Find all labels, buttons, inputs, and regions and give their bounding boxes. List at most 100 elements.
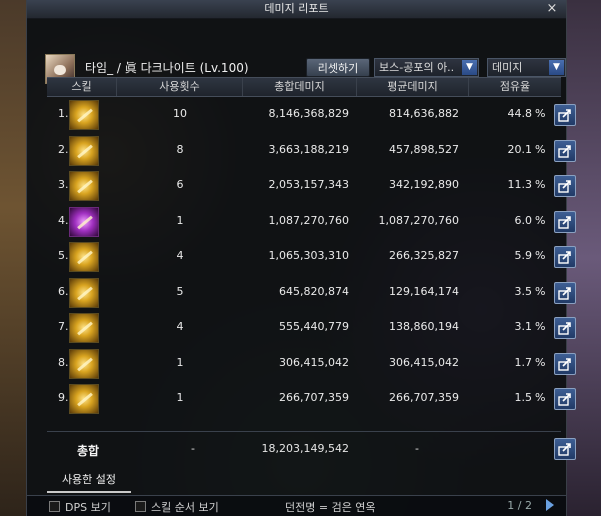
percent-unit: % [535, 284, 546, 298]
percent-unit: % [535, 178, 546, 191]
boss-select[interactable]: 보스-공포의 아.. ▼ [374, 58, 479, 77]
use-count: 8 [176, 142, 184, 156]
share-percent: 3.5 [514, 284, 533, 298]
row-index: 9. [58, 391, 69, 404]
total-damage: 3,663,188,219 [268, 142, 349, 156]
report-type-value: 데미지 [492, 61, 523, 74]
skill-icon [69, 100, 99, 130]
percent-unit: % [535, 213, 546, 227]
tab-used-settings[interactable]: 사용한 설정 [47, 469, 131, 493]
share-icon [558, 144, 571, 158]
row-index: 3. [58, 178, 69, 191]
window-titlebar[interactable]: 데미지 리포트 × [27, 0, 566, 19]
average-damage: 129,164,174 [389, 284, 459, 298]
share-button[interactable] [554, 388, 576, 410]
percent-unit: % [535, 249, 546, 262]
use-count: 1 [176, 213, 184, 227]
total-damage: 555,440,779 [279, 320, 349, 333]
share-icon [558, 322, 571, 335]
skill-icon [69, 384, 99, 414]
total-damage: 2,053,157,343 [268, 178, 349, 191]
skill-icon [69, 277, 99, 308]
use-count: 1 [176, 391, 184, 404]
table-body: 1. 10 8,146,368,829 814,636,882 44.8% 2. 8 3,66… [47, 97, 576, 417]
page-indicator: 1 / 2 [507, 499, 532, 512]
reset-button[interactable]: 리셋하기 [306, 58, 370, 77]
share-percent: 11.3 [507, 178, 533, 191]
use-count: 5 [176, 284, 184, 298]
dungeon-name: 던전명 = 검은 연옥 [285, 501, 376, 514]
percent-unit: % [535, 107, 546, 120]
share-percent: 3.1 [514, 320, 533, 333]
header-count[interactable]: 사용횟수 [117, 78, 243, 96]
share-button[interactable] [554, 352, 576, 375]
skill-order-checkbox[interactable] [135, 501, 146, 512]
skill-icon [69, 171, 99, 201]
header-avg[interactable]: 평균데미지 [357, 78, 469, 96]
average-damage: 138,860,194 [389, 320, 459, 333]
table-row: 9. 1 266,707,359 266,707,359 1.5% [47, 381, 576, 417]
share-icon [558, 109, 571, 122]
dps-view-label: DPS 보기 [65, 501, 111, 514]
use-count: 1 [176, 355, 184, 369]
share-icon [558, 443, 571, 456]
share-icon [558, 286, 571, 300]
share-percent: 1.5 [514, 391, 533, 404]
skill-icon [69, 242, 99, 272]
game-background-left [0, 0, 26, 516]
share-total-button[interactable] [554, 438, 576, 460]
share-button[interactable] [554, 175, 576, 197]
share-percent: 5.9 [514, 249, 533, 262]
total-damage: 8,146,368,829 [268, 107, 349, 120]
report-header: 타임_ / 眞 다크나이트 (Lv.100) 리셋하기 보스-공포의 아.. ▼… [27, 19, 566, 84]
header-skill[interactable]: 스킬 [47, 78, 117, 96]
window-title: 데미지 리포트 [264, 2, 329, 15]
share-button[interactable] [554, 104, 576, 126]
use-count: 6 [176, 178, 184, 191]
close-button[interactable]: × [544, 1, 560, 17]
use-count: 4 [176, 249, 184, 262]
share-button[interactable] [554, 317, 576, 339]
row-index: 5. [58, 249, 69, 262]
total-damage: 306,415,042 [279, 355, 349, 369]
row-index: 4. [58, 213, 69, 227]
total-row: 총합 - 18,203,149,542 - [47, 431, 576, 466]
row-index: 8. [58, 355, 69, 369]
average-damage: 306,415,042 [389, 355, 459, 369]
skill-icon [69, 313, 99, 343]
header-total[interactable]: 총합데미지 [243, 78, 357, 96]
total-count: - [191, 442, 195, 455]
share-icon [558, 393, 571, 406]
table-row: 8. 1 306,415,042 306,415,042 1.7% [47, 346, 576, 382]
percent-unit: % [535, 391, 546, 404]
share-percent: 44.8 [507, 107, 533, 120]
total-damage: 1,087,270,760 [268, 213, 349, 227]
share-button[interactable] [554, 210, 576, 233]
next-page-icon[interactable] [546, 499, 554, 511]
share-percent: 6.0 [514, 213, 533, 227]
total-damage: 645,820,874 [279, 284, 349, 298]
percent-unit: % [535, 142, 546, 156]
use-count: 4 [176, 320, 184, 333]
skill-icon [69, 348, 99, 379]
report-type-select[interactable]: 데미지 ▼ [487, 58, 566, 77]
share-icon [558, 215, 571, 229]
row-index: 2. [58, 142, 69, 156]
average-damage: 266,707,359 [389, 391, 459, 404]
share-icon [558, 357, 571, 371]
character-name: 타임_ / 眞 다크나이트 (Lv.100) [85, 61, 249, 75]
row-index: 1. [58, 107, 69, 120]
total-label: 총합 [77, 444, 100, 458]
dps-view-checkbox[interactable] [49, 501, 60, 512]
table-header: 스킬 사용횟수 총합데미지 평균데미지 점유율 [47, 77, 561, 97]
share-button[interactable] [554, 139, 576, 162]
total-damage: 266,707,359 [279, 391, 349, 404]
share-button[interactable] [554, 246, 576, 268]
share-button[interactable] [554, 281, 576, 304]
header-share[interactable]: 점유율 [469, 78, 561, 96]
table-row: 2. 8 3,663,188,219 457,898,527 20.1% [47, 133, 576, 169]
skill-icon-purple [69, 206, 99, 237]
total-avg: - [415, 442, 419, 455]
damage-table: 스킬 사용횟수 총합데미지 평균데미지 점유율 1. 10 8,146,368,82… [47, 77, 576, 417]
table-row: 7. 4 555,440,779 138,860,194 3.1% [47, 310, 576, 346]
